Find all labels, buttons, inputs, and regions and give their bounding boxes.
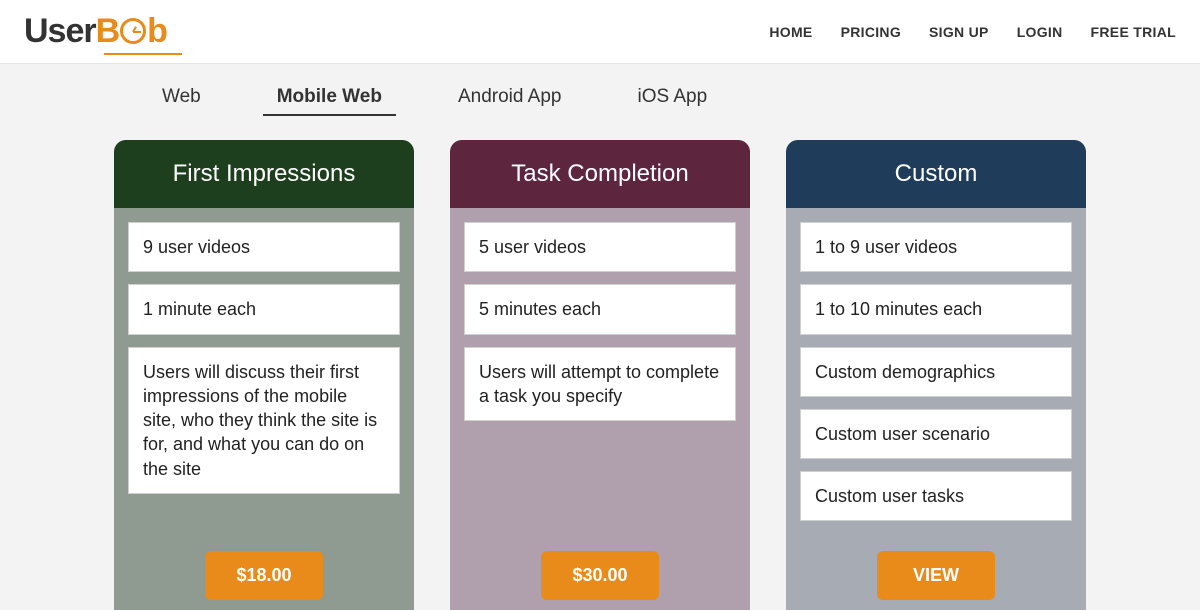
logo-text-b: B: [96, 12, 120, 50]
logo[interactable]: UserBb: [24, 12, 167, 51]
feature-item: Custom user scenario: [800, 409, 1072, 459]
plan-features: 5 user videos 5 minutes each Users will …: [450, 208, 750, 545]
nav-home[interactable]: HOME: [769, 24, 812, 40]
nav-free-trial[interactable]: FREE TRIAL: [1091, 24, 1176, 40]
price-row: VIEW: [786, 545, 1086, 610]
plan-title: Custom: [786, 140, 1086, 208]
plan-task-completion: Task Completion 5 user videos 5 minutes …: [450, 140, 750, 610]
feature-item: Custom demographics: [800, 347, 1072, 397]
price-button[interactable]: $30.00: [541, 551, 659, 600]
plan-title: Task Completion: [450, 140, 750, 208]
plan-custom: Custom 1 to 9 user videos 1 to 10 minute…: [786, 140, 1086, 610]
plan-features: 9 user videos 1 minute each Users will d…: [114, 208, 414, 545]
pricing-plans: First Impressions 9 user videos 1 minute…: [0, 132, 1200, 610]
feature-item: 1 to 9 user videos: [800, 222, 1072, 272]
tab-mobile-web[interactable]: Mobile Web: [263, 80, 396, 116]
nav-pricing[interactable]: PRICING: [841, 24, 901, 40]
feature-item: 9 user videos: [128, 222, 400, 272]
feature-item: 1 to 10 minutes each: [800, 284, 1072, 334]
feature-item: 1 minute each: [128, 284, 400, 334]
nav-login[interactable]: LOGIN: [1017, 24, 1063, 40]
logo-text-user: User: [24, 12, 96, 50]
nav-signup[interactable]: SIGN UP: [929, 24, 989, 40]
price-row: $18.00: [114, 545, 414, 610]
plan-first-impressions: First Impressions 9 user videos 1 minute…: [114, 140, 414, 610]
feature-item: Users will discuss their first impressio…: [128, 347, 400, 494]
tab-web[interactable]: Web: [148, 80, 215, 116]
plan-title: First Impressions: [114, 140, 414, 208]
feature-item: 5 minutes each: [464, 284, 736, 334]
logo-text-b2: b: [147, 12, 167, 50]
view-button[interactable]: VIEW: [877, 551, 995, 600]
plan-features: 1 to 9 user videos 1 to 10 minutes each …: [786, 208, 1086, 545]
feature-item: Custom user tasks: [800, 471, 1072, 521]
tab-ios-app[interactable]: iOS App: [623, 80, 721, 116]
feature-item: Users will attempt to complete a task yo…: [464, 347, 736, 422]
logo-underline: [104, 53, 182, 55]
price-row: $30.00: [450, 545, 750, 610]
tab-android-app[interactable]: Android App: [444, 80, 576, 116]
main-nav: HOME PRICING SIGN UP LOGIN FREE TRIAL: [769, 24, 1176, 40]
clock-icon: [120, 18, 146, 44]
price-button[interactable]: $18.00: [205, 551, 323, 600]
platform-tabs: Web Mobile Web Android App iOS App: [148, 64, 1200, 132]
site-header: UserBb HOME PRICING SIGN UP LOGIN FREE T…: [0, 0, 1200, 64]
feature-item: 5 user videos: [464, 222, 736, 272]
